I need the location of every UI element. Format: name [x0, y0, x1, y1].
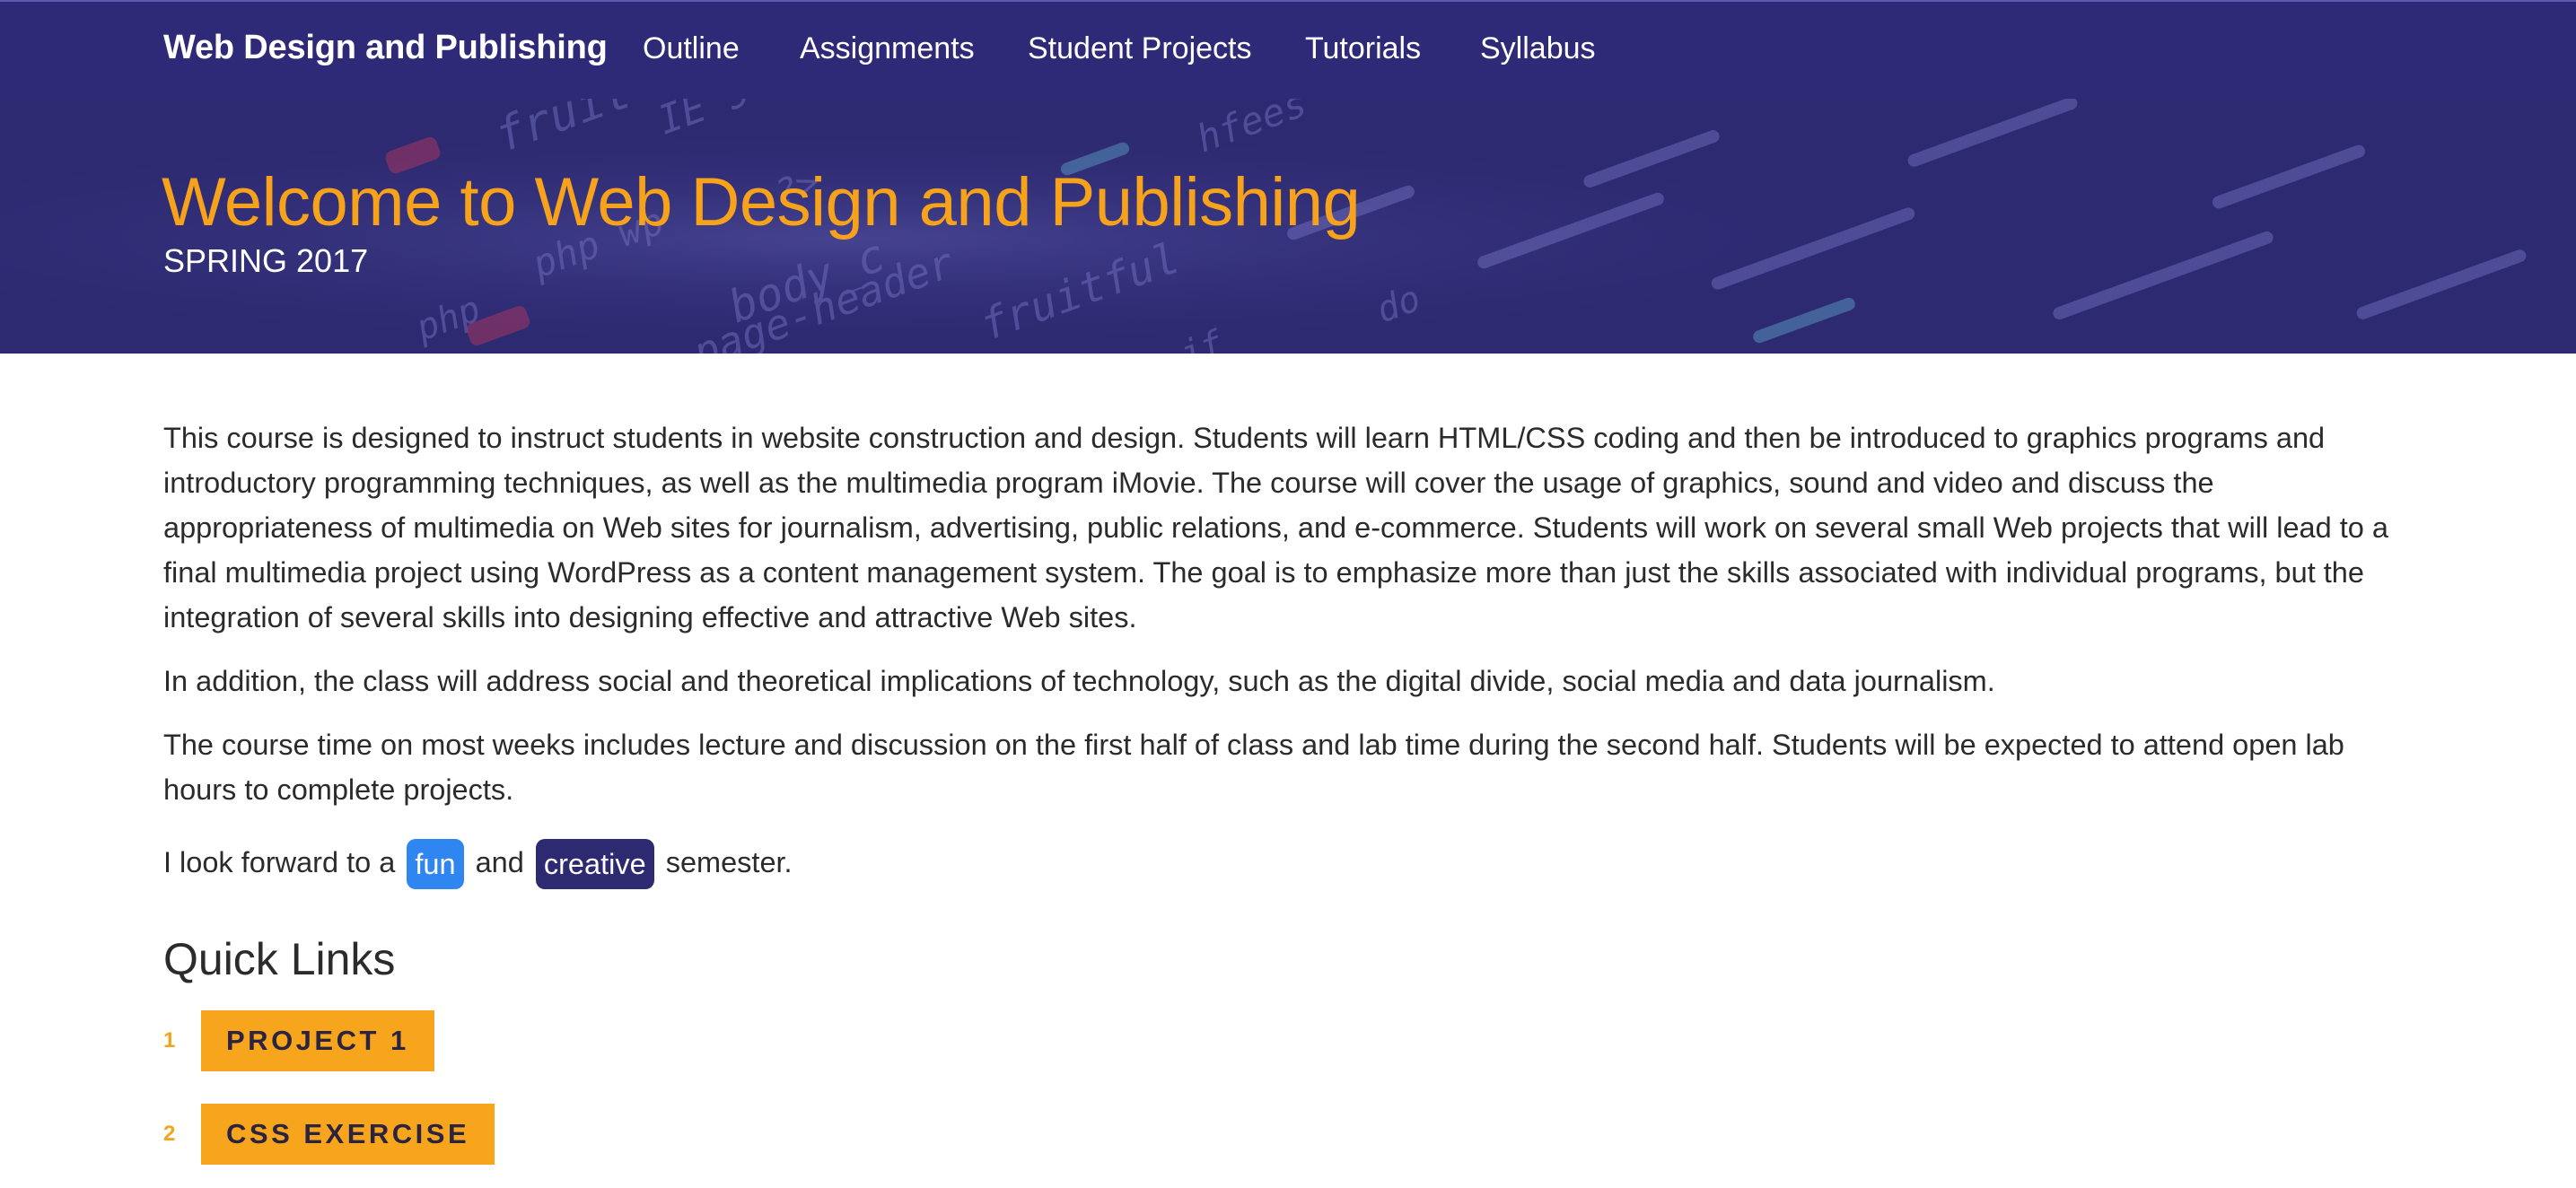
- intro-paragraph-1: This course is designed to instruct stud…: [163, 422, 2388, 633]
- intro-paragraph-3: The course time on most weeks includes l…: [163, 729, 2344, 806]
- css-exercise-button[interactable]: CSS EXERCISE: [201, 1104, 495, 1165]
- nav-link-assignments[interactable]: Assignments: [800, 31, 975, 66]
- page-title: Welcome to Web Design and Publishing: [162, 164, 1361, 240]
- nav-link-tutorials[interactable]: Tutorials: [1305, 31, 1421, 66]
- closing-text-before: I look forward to a: [163, 846, 396, 878]
- nav-link-outline[interactable]: Outline: [643, 31, 740, 66]
- project-1-button[interactable]: PROJECT 1: [201, 1010, 434, 1071]
- fun-highlight-badge: fun: [407, 839, 464, 890]
- creative-highlight-badge: creative: [535, 839, 654, 890]
- hero-banner: fruit IE 9 body_c page-header php wp fru…: [0, 99, 2576, 354]
- nav-link-syllabus[interactable]: Syllabus: [1480, 31, 1596, 66]
- intro-paragraph-2: In addition, the class will address soci…: [163, 665, 1995, 697]
- closing-text-after: semester.: [665, 846, 793, 878]
- top-navbar: Web Design and Publishing Outline Assign…: [0, 0, 2576, 99]
- quick-links-heading: Quick Links: [163, 934, 396, 984]
- semester-subtitle: SPRING 2017: [163, 242, 369, 279]
- closing-line: I look forward to a fun and creative sem…: [163, 831, 2425, 894]
- site-brand-link[interactable]: Web Design and Publishing: [163, 29, 608, 67]
- closing-text-and: and: [475, 846, 524, 878]
- quick-link-number: 1: [163, 1028, 176, 1053]
- quick-link-number: 2: [163, 1122, 176, 1146]
- nav-link-student-projects[interactable]: Student Projects: [1028, 31, 1251, 66]
- course-description: This course is designed to instruct stud…: [163, 415, 2425, 913]
